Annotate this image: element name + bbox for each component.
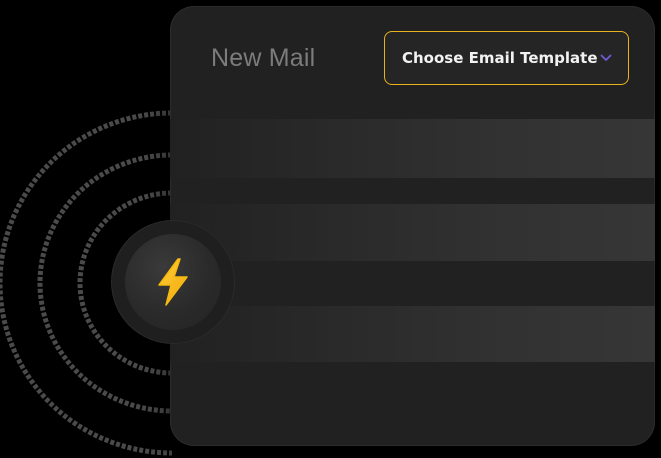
- chevron-down-icon: [600, 54, 612, 61]
- choose-email-template-label: Choose Email Template: [402, 49, 598, 67]
- mail-placeholder-row: [170, 306, 655, 362]
- mail-placeholder-row: [170, 204, 655, 261]
- new-mail-card: New Mail Choose Email Template: [170, 6, 655, 446]
- new-mail-title: New Mail: [211, 44, 316, 72]
- lightning-badge: [112, 221, 234, 343]
- stage: New Mail Choose Email Template: [0, 0, 661, 458]
- choose-email-template-dropdown[interactable]: Choose Email Template: [384, 31, 629, 85]
- lightning-bolt-icon: [158, 258, 188, 306]
- mail-placeholder-row: [170, 119, 655, 178]
- lightning-badge-inner: [125, 234, 221, 330]
